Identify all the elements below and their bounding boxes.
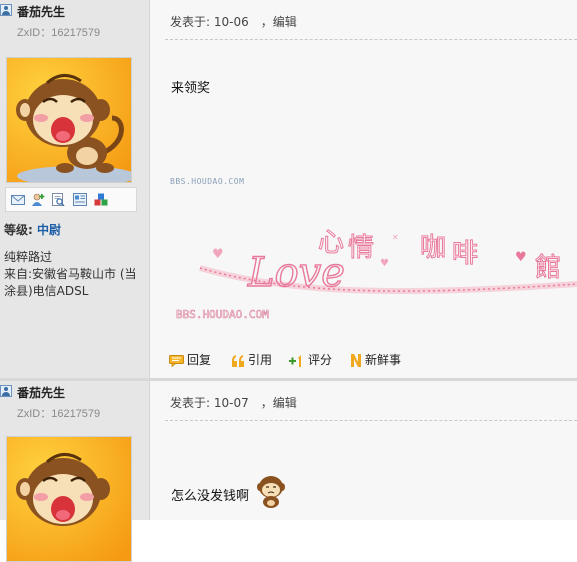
divider (165, 39, 577, 40)
avatar[interactable] (6, 436, 132, 562)
banner-watermark-top: BBS.HOUDAO.COM (170, 177, 244, 186)
posted-label: 发表于: (170, 15, 211, 29)
post-content: 来领奖 (171, 81, 211, 96)
author-row: 番茄先生 (0, 3, 149, 19)
reply-icon (169, 354, 184, 367)
zxid-label: ZxID：16217579 (17, 408, 101, 420)
user-signature: 纯粹路过 (4, 250, 53, 264)
blocks-icon[interactable] (94, 193, 108, 206)
news-button[interactable]: 新鲜事 (350, 351, 401, 368)
banner-char-1: 心 (318, 228, 344, 258)
post-meta: 发表于: 10-07 ，编辑 (170, 394, 297, 411)
quote-icon (232, 354, 244, 367)
post-main: 发表于: 10-06 ，编辑 来领奖 BBS.HOUDAO.COM ♥ ♥ ♥ ♥… (150, 0, 577, 378)
grade-label: 等级: (4, 223, 33, 237)
grade: 等级: 中尉 (4, 221, 61, 238)
rate-label: 评分 (308, 353, 333, 367)
svg-text:♥: ♥ (212, 247, 224, 262)
quote-label: 引用 (248, 353, 273, 367)
signature-banner-image: BBS.HOUDAO.COM ♥ ♥ ♥ ♥ ✕ Love 心 情 咖 啡 館 … (170, 177, 577, 321)
banner-char-3: 咖 (420, 233, 446, 263)
avatar[interactable] (6, 57, 132, 183)
zxid-label: ZxID：16217579 (17, 27, 101, 39)
rate-icon (289, 354, 301, 367)
svg-text:♥: ♥ (380, 258, 389, 269)
edit-link[interactable]: ，编辑 (261, 15, 297, 29)
post: 番茄先生 ZxID：16217579 (0, 378, 577, 562)
posted-date: 10-07 (213, 396, 249, 410)
user-icon (0, 385, 12, 397)
edit-link[interactable]: ，编辑 (261, 396, 297, 410)
message-icon[interactable] (11, 193, 25, 206)
user-icon (0, 4, 12, 16)
author-name-link[interactable]: 番茄先生 (17, 3, 65, 20)
reply-label: 回复 (187, 353, 212, 367)
monkey-avatar-image (7, 437, 131, 561)
quote-button[interactable]: 引用 (231, 351, 272, 368)
monkey-avatar-image (7, 58, 131, 182)
rate-button[interactable]: 评分 (289, 351, 332, 368)
grade-rank: 中尉 (37, 223, 62, 237)
post-main: 发表于: 10-07 ，编辑 怎么没发钱啊 (150, 381, 577, 520)
banner-char-5: 館 (535, 253, 561, 283)
author-name-link[interactable]: 番茄先生 (17, 384, 65, 401)
banner-char-2: 情 (348, 233, 374, 263)
author-row: 番茄先生 (0, 384, 149, 400)
author-sidebar: 番茄先生 ZxID：16217579 (0, 0, 150, 378)
profile-icon[interactable] (51, 193, 65, 206)
posted-date: 10-06 (213, 15, 249, 29)
banner-char-4: 啡 (452, 239, 478, 269)
svg-text:✕: ✕ (392, 233, 399, 242)
add-friend-icon[interactable] (31, 193, 45, 206)
banner-watermark-bottom: BBS.HOUDAO.COM (176, 308, 269, 321)
post-content-text: 怎么没发钱啊 (171, 489, 250, 504)
news-label: 新鲜事 (365, 353, 402, 367)
userinfo-icon[interactable] (73, 193, 87, 206)
post: 番茄先生 ZxID：16217579 (0, 0, 577, 378)
author-sidebar: 番茄先生 ZxID：16217579 (0, 381, 150, 562)
divider (165, 420, 577, 421)
user-action-bar (5, 187, 137, 212)
svg-text:♥: ♥ (515, 250, 527, 265)
monkey-emoticon (257, 476, 286, 508)
post-meta: 发表于: 10-06 ，编辑 (170, 13, 297, 30)
user-location: 来自:安徽省马鞍山市 (当涂县)电信ADSL (4, 267, 137, 298)
reply-button[interactable]: 回复 (169, 351, 211, 368)
news-icon (351, 354, 361, 367)
posted-label: 发表于: (170, 396, 211, 410)
post-content: 怎么没发钱啊 (171, 474, 286, 508)
